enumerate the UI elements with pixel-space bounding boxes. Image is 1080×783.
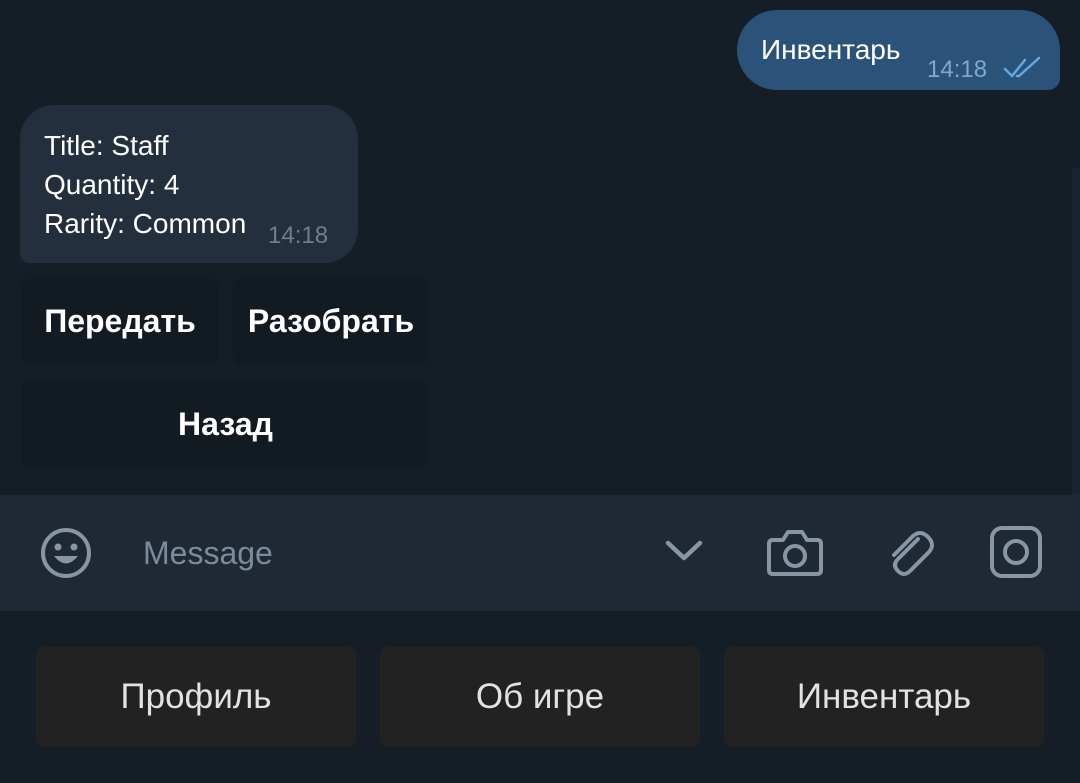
chat-area: Инвентарь 14:18 Title: Staff Quantity: 4… [0, 0, 1080, 495]
paperclip-icon[interactable] [884, 525, 934, 579]
message-time: 14:18 [927, 56, 988, 83]
transfer-button[interactable]: Передать [22, 278, 218, 365]
about-game-button[interactable]: Об игре [380, 647, 700, 747]
reply-keyboard: Профиль Об игре Инвентарь [0, 611, 1080, 783]
emoji-icon[interactable] [40, 527, 92, 579]
instagram-icon[interactable] [989, 525, 1043, 579]
incoming-message[interactable]: Title: Staff Quantity: 4 Rarity: Common … [20, 105, 358, 263]
message-composer [0, 495, 1080, 611]
inventory-button[interactable]: Инвентарь [724, 647, 1044, 747]
disassemble-button[interactable]: Разобрать [233, 278, 429, 365]
profile-button[interactable]: Профиль [36, 647, 356, 747]
outgoing-message[interactable]: Инвентарь 14:18 [737, 10, 1060, 90]
scrollbar-track[interactable] [1072, 168, 1080, 495]
item-title-line: Title: Staff [44, 130, 169, 161]
message-text: Инвентарь [761, 34, 901, 65]
item-quantity-line: Quantity: 4 [44, 169, 180, 200]
message-input[interactable] [143, 525, 603, 581]
double-check-icon [1003, 56, 1041, 78]
message-time: 14:18 [268, 222, 329, 249]
chevron-down-icon[interactable] [664, 535, 704, 565]
item-rarity-line: Rarity: Common [44, 208, 247, 239]
back-button[interactable]: Назад [22, 380, 429, 468]
camera-icon[interactable] [766, 526, 824, 578]
